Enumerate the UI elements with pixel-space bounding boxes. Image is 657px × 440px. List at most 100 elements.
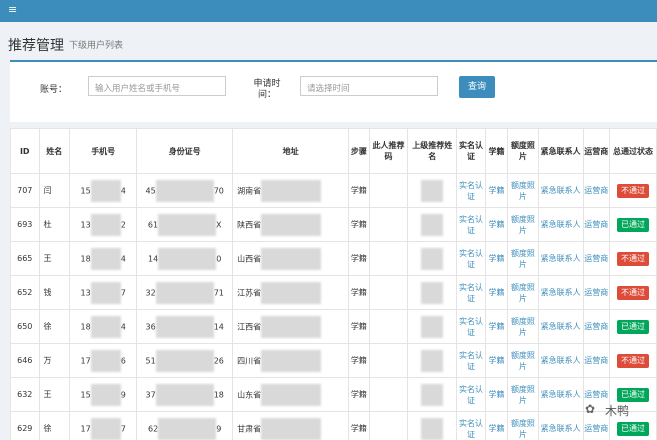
- redacted-block: [421, 417, 444, 440]
- status-badge[interactable]: 不通过: [609, 173, 657, 208]
- realname-link[interactable]: 实名认证: [456, 309, 486, 344]
- column-header: 地址: [232, 128, 350, 174]
- cell-name: 杜: [38, 207, 71, 242]
- status-badge-label: 不通过: [617, 183, 650, 198]
- realname-link[interactable]: 实名认证: [456, 275, 486, 310]
- cell-address: 四川省: [232, 343, 350, 378]
- redacted-block: [261, 179, 322, 202]
- redacted-block: [155, 179, 214, 202]
- masked-suffix: 7: [120, 288, 126, 297]
- cell-step: 学籍: [348, 309, 370, 344]
- masked-prefix: 37: [145, 390, 156, 399]
- redacted-block: [421, 383, 444, 406]
- cell-step: 学籍: [348, 275, 370, 310]
- quota-photo-link[interactable]: 额度照片: [507, 207, 539, 242]
- column-header: 额度照片: [507, 128, 539, 174]
- account-input[interactable]: 输入用户姓名或手机号: [88, 76, 226, 96]
- xueji-link[interactable]: 学籍: [484, 275, 509, 310]
- operator-link[interactable]: 运营商: [582, 207, 611, 242]
- contact-link[interactable]: 紧急联系人: [537, 343, 584, 378]
- quota-photo-link[interactable]: 额度照片: [507, 173, 539, 208]
- quota-photo-link[interactable]: 额度照片: [507, 377, 539, 412]
- cell-id: 693: [10, 207, 40, 242]
- masked-suffix: 4: [120, 254, 126, 263]
- redacted-block: [158, 247, 217, 270]
- hamburger-icon[interactable]: ≡: [8, 4, 19, 15]
- xueji-link[interactable]: 学籍: [484, 207, 509, 242]
- cell-idcard: 36 14: [136, 309, 234, 344]
- redacted-block: [90, 213, 121, 236]
- xueji-link[interactable]: 学籍: [484, 309, 509, 344]
- realname-link[interactable]: 实名认证: [456, 377, 486, 412]
- quota-photo-link[interactable]: 额度照片: [507, 343, 539, 378]
- masked-suffix: 9: [216, 424, 222, 433]
- xueji-link[interactable]: 学籍: [484, 411, 509, 440]
- contact-link[interactable]: 紧急联系人: [537, 411, 584, 440]
- xueji-link[interactable]: 学籍: [484, 173, 509, 208]
- quota-photo-link[interactable]: 额度照片: [507, 309, 539, 344]
- cell-address: 江西省: [232, 309, 350, 344]
- cell-phone: 15 9: [69, 377, 138, 412]
- masked-suffix: 2: [120, 220, 126, 229]
- xueji-link[interactable]: 学籍: [484, 241, 509, 276]
- cell-step: 学籍: [348, 411, 370, 440]
- time-input[interactable]: 请选择时间: [300, 76, 438, 96]
- user-table: ID 姓名 手机号 身份证号 地址 步骤 此人推荐码 上级推荐姓名 实名认证 学籍 额度照片 紧急联系…: [10, 128, 657, 440]
- page-title: 推荐管理: [8, 38, 64, 54]
- column-header: 运营商: [582, 128, 611, 174]
- realname-link[interactable]: 实名认证: [456, 207, 486, 242]
- cell-phone: 13 7: [69, 275, 138, 310]
- status-badge[interactable]: 已通过: [609, 309, 657, 344]
- cell-name: 闫: [38, 173, 71, 208]
- cell-ref-code: [368, 411, 409, 440]
- address-province: 四川省: [237, 356, 262, 365]
- redacted-block: [421, 213, 444, 236]
- status-badge[interactable]: 不通过: [609, 343, 657, 378]
- status-badge[interactable]: 不通过: [609, 241, 657, 276]
- operator-link[interactable]: 运营商: [582, 173, 611, 208]
- operator-link[interactable]: 运营商: [582, 241, 611, 276]
- masked-prefix: 13: [80, 220, 91, 229]
- masked-suffix: 4: [120, 322, 126, 331]
- cell-phone: 18 4: [69, 241, 138, 276]
- operator-link[interactable]: 运营商: [582, 309, 611, 344]
- quota-photo-link[interactable]: 额度照片: [507, 411, 539, 440]
- cell-ref-code: [368, 173, 409, 208]
- contact-link[interactable]: 紧急联系人: [537, 275, 584, 310]
- status-badge-label: 已通过: [617, 421, 650, 436]
- realname-link[interactable]: 实名认证: [456, 173, 486, 208]
- realname-link[interactable]: 实名认证: [456, 411, 486, 440]
- cell-address: 山西省: [232, 241, 350, 276]
- table-row: 693 杜 13 2 61 X 陕西省 学籍 实名认证 学籍 额度照片 紧急联系人 运营商 已通过: [10, 207, 657, 242]
- contact-link[interactable]: 紧急联系人: [537, 207, 584, 242]
- status-badge[interactable]: 已通过: [609, 207, 657, 242]
- status-badge[interactable]: 不通过: [609, 275, 657, 310]
- cell-phone: 15 4: [69, 173, 138, 208]
- realname-link[interactable]: 实名认证: [456, 343, 486, 378]
- cell-parent-name: [407, 411, 458, 440]
- operator-link[interactable]: 运营商: [582, 275, 611, 310]
- contact-link[interactable]: 紧急联系人: [537, 377, 584, 412]
- quota-photo-link[interactable]: 额度照片: [507, 275, 539, 310]
- cell-name: 王: [38, 241, 71, 276]
- masked-suffix: 18: [213, 390, 224, 399]
- table-row: 665 王 18 4 14 0 山西省 学籍 实名认证 学籍 额度照片 紧急联系人 运营商 不通过: [10, 241, 657, 276]
- status-badge-label: 已通过: [617, 319, 650, 334]
- query-button[interactable]: 查询: [459, 76, 495, 98]
- contact-link[interactable]: 紧急联系人: [537, 173, 584, 208]
- search-panel: 账号： 输入用户姓名或手机号 申请时间： 请选择时间 查询: [10, 60, 657, 122]
- realname-link[interactable]: 实名认证: [456, 241, 486, 276]
- address-province: 湖南省: [237, 186, 262, 195]
- masked-prefix: 14: [148, 254, 159, 263]
- xueji-link[interactable]: 学籍: [484, 377, 509, 412]
- contact-link[interactable]: 紧急联系人: [537, 309, 584, 344]
- column-header: 学籍: [484, 128, 509, 174]
- operator-link[interactable]: 运营商: [582, 343, 611, 378]
- contact-link[interactable]: 紧急联系人: [537, 241, 584, 276]
- cell-parent-name: [407, 241, 458, 276]
- watermark-text: 木鸭: [605, 404, 630, 418]
- quota-photo-link[interactable]: 额度照片: [507, 241, 539, 276]
- cell-id: 665: [10, 241, 40, 276]
- masked-prefix: 18: [80, 322, 91, 331]
- xueji-link[interactable]: 学籍: [484, 343, 509, 378]
